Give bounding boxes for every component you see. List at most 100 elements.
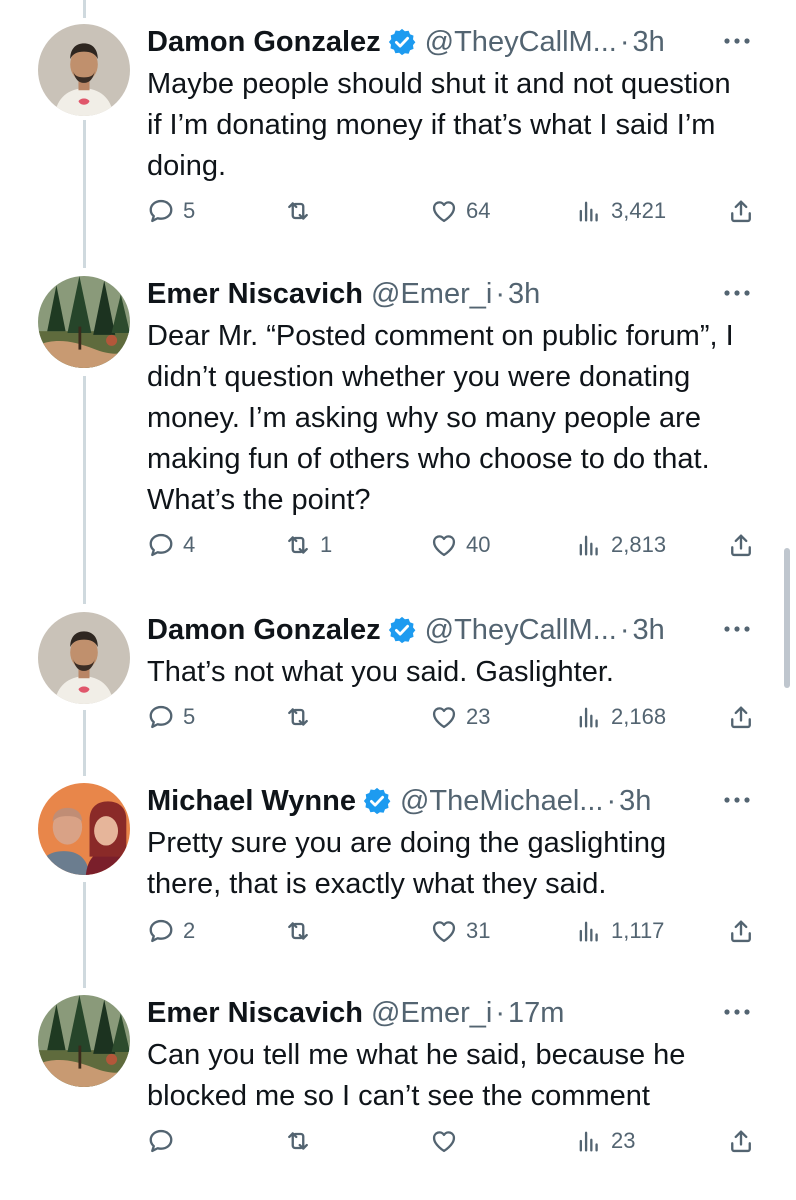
reply-button[interactable]: 4 — [147, 531, 195, 559]
view-count: 2,813 — [611, 532, 667, 557]
view-count: 1,117 — [611, 918, 665, 943]
views-button[interactable]: 2,168 — [575, 703, 666, 731]
like-icon — [430, 197, 458, 225]
tweet-text: Can you tell me what he said, because he… — [147, 1039, 686, 1112]
avatar[interactable] — [38, 612, 130, 704]
thread-line — [83, 0, 86, 18]
action-bar: 4 1 40 2,813 — [147, 531, 757, 565]
reply-button[interactable]: 5 — [147, 197, 195, 225]
action-bar: 2 31 1,117 — [147, 917, 757, 951]
separator-dot: · — [606, 784, 617, 817]
share-button[interactable] — [727, 1127, 755, 1155]
reply-icon — [147, 703, 175, 731]
views-button[interactable]: 23 — [575, 1127, 635, 1155]
retweet-icon — [284, 197, 312, 225]
timestamp[interactable]: 3h — [633, 26, 665, 59]
author-name[interactable]: Damon Gonzalez — [147, 26, 381, 59]
views-icon — [575, 1127, 603, 1155]
retweet-button[interactable] — [284, 197, 320, 225]
like-count: 40 — [466, 532, 491, 557]
share-icon — [727, 1127, 755, 1155]
share-button[interactable] — [727, 917, 755, 945]
author-handle[interactable]: @TheyCallM... — [425, 614, 617, 647]
timestamp[interactable]: 3h — [508, 278, 540, 311]
reply-button[interactable]: 2 — [147, 917, 195, 945]
thread-line — [83, 376, 86, 604]
author-handle[interactable]: @Emer_i — [371, 997, 492, 1030]
views-icon — [575, 197, 603, 225]
reply-icon — [147, 197, 175, 225]
share-button[interactable] — [727, 197, 755, 225]
avatar[interactable] — [38, 24, 130, 116]
like-button[interactable]: 64 — [430, 197, 490, 225]
action-bar: 23 — [147, 1127, 757, 1161]
share-icon — [727, 197, 755, 225]
reply-count: 5 — [183, 198, 196, 223]
more-icon[interactable] — [717, 278, 757, 308]
verified-badge-icon — [387, 27, 417, 57]
like-button[interactable]: 40 — [430, 531, 490, 559]
reply-button[interactable] — [147, 1127, 183, 1155]
retweet-icon — [284, 917, 312, 945]
like-button[interactable]: 31 — [430, 917, 490, 945]
author-handle[interactable]: @TheMichael... — [400, 785, 604, 818]
retweet-button[interactable] — [284, 703, 320, 731]
share-button[interactable] — [727, 703, 755, 731]
views-icon — [575, 703, 603, 731]
author-name[interactable]: Emer Niscavich — [147, 997, 363, 1030]
more-icon[interactable] — [717, 614, 757, 644]
author-handle[interactable]: @Emer_i — [371, 278, 492, 311]
views-button[interactable]: 2,813 — [575, 531, 666, 559]
like-icon — [430, 531, 458, 559]
share-icon — [727, 703, 755, 731]
thread-line — [83, 120, 86, 268]
separator-dot: · — [495, 277, 505, 310]
tweet-text: That’s not what you said. Gaslighter. — [147, 656, 614, 688]
author-name[interactable]: Damon Gonzalez — [147, 614, 381, 647]
retweet-icon — [284, 531, 312, 559]
scrollbar[interactable] — [784, 548, 790, 688]
tweet-text: Maybe people should shut it and not ques… — [147, 68, 731, 182]
retweet-count: 1 — [320, 532, 333, 557]
tweet-text: Dear Mr. “Posted comment on public forum… — [147, 320, 734, 516]
views-button[interactable]: 1,117 — [575, 917, 664, 945]
avatar[interactable] — [38, 783, 130, 875]
retweet-icon — [284, 1127, 312, 1155]
timestamp[interactable]: 17m — [508, 997, 564, 1030]
like-button[interactable]: 23 — [430, 703, 490, 731]
timestamp[interactable]: 3h — [619, 785, 651, 818]
more-icon[interactable] — [717, 785, 757, 815]
view-count: 3,421 — [611, 198, 667, 223]
share-button[interactable] — [727, 531, 755, 559]
avatar[interactable] — [38, 276, 130, 368]
views-icon — [575, 531, 603, 559]
more-icon[interactable] — [717, 26, 757, 56]
thread-line — [83, 710, 86, 776]
action-bar: 5 23 2,168 — [147, 703, 757, 737]
reply-icon — [147, 917, 175, 945]
author-handle[interactable]: @TheyCallM... — [425, 26, 617, 59]
view-count: 23 — [611, 1128, 636, 1153]
more-icon[interactable] — [717, 997, 757, 1027]
author-name[interactable]: Michael Wynne — [147, 785, 356, 818]
like-button[interactable] — [430, 1127, 466, 1155]
author-name[interactable]: Emer Niscavich — [147, 278, 363, 311]
separator-dot: · — [619, 25, 630, 58]
avatar[interactable] — [38, 995, 130, 1087]
reply-count: 5 — [183, 704, 196, 729]
timestamp[interactable]: 3h — [633, 614, 665, 647]
views-icon — [575, 917, 603, 945]
like-icon — [430, 917, 458, 945]
retweet-button[interactable] — [284, 917, 320, 945]
like-icon — [430, 703, 458, 731]
separator-dot: · — [619, 613, 630, 646]
retweet-button[interactable] — [284, 1127, 320, 1155]
reply-count: 2 — [183, 918, 196, 943]
retweet-icon — [284, 703, 312, 731]
separator-dot: · — [495, 996, 505, 1029]
views-button[interactable]: 3,421 — [575, 197, 666, 225]
reply-button[interactable]: 5 — [147, 703, 195, 731]
retweet-button[interactable]: 1 — [284, 531, 332, 559]
like-count: 31 — [466, 918, 491, 943]
action-bar: 5 64 3,421 — [147, 197, 757, 231]
